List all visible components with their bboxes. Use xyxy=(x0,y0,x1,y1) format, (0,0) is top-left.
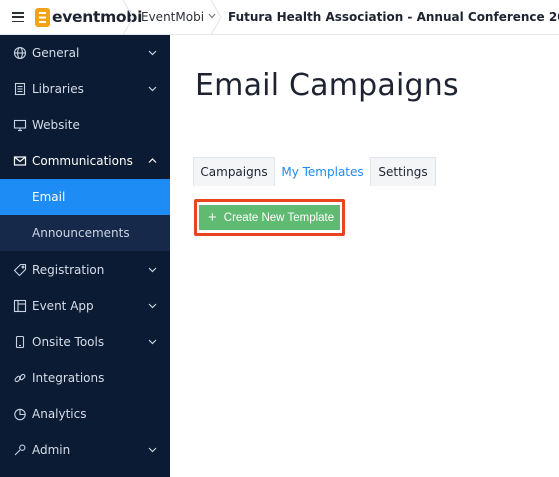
sidebar-item-event-app[interactable]: Event App xyxy=(0,288,170,324)
hamburger-menu-icon[interactable] xyxy=(12,12,24,23)
sidebar-item-libraries[interactable]: Libraries xyxy=(0,71,170,107)
tab-my-templates[interactable]: My Templates xyxy=(275,157,370,186)
pie-chart-icon xyxy=(13,407,27,421)
top-bar: eventmobi EventMobi Futura Health Associ… xyxy=(0,0,559,35)
phone-icon xyxy=(13,335,27,349)
breadcrumb-separator xyxy=(122,0,134,35)
layout-icon xyxy=(13,299,27,313)
page-title: Email Campaigns xyxy=(195,68,459,103)
sidebar-subitem-announcements[interactable]: Announcements xyxy=(0,215,170,251)
chevron-down-icon xyxy=(148,82,157,96)
organization-name: EventMobi xyxy=(141,10,205,24)
create-new-template-button[interactable]: + Create New Template xyxy=(199,205,340,230)
sidebar-item-website[interactable]: Website xyxy=(0,107,170,143)
sidebar-item-label: Event App xyxy=(32,299,94,313)
create-button-label: Create New Template xyxy=(223,211,335,224)
sidebar-item-label: Registration xyxy=(32,263,105,277)
sidebar-item-label: Website xyxy=(32,118,80,132)
sidebar-item-label: Analytics xyxy=(32,407,87,421)
logo-mark-icon xyxy=(35,7,50,27)
sidebar-item-label: Admin xyxy=(32,443,71,457)
plus-icon: + xyxy=(208,209,217,226)
sidebar-subitem-label: Announcements xyxy=(32,226,130,240)
tag-icon xyxy=(13,263,27,277)
library-icon xyxy=(13,82,27,96)
chevron-down-icon xyxy=(148,335,157,349)
globe-icon xyxy=(13,46,27,60)
envelope-icon xyxy=(13,154,27,168)
sidebar-item-onsite-tools[interactable]: Onsite Tools xyxy=(0,324,170,360)
sidebar-item-label: Communications xyxy=(32,154,133,168)
sidebar-item-label: Onsite Tools xyxy=(32,335,105,349)
tab-settings[interactable]: Settings xyxy=(370,157,436,186)
wrench-icon xyxy=(13,443,27,457)
create-button-highlight: + Create New Template xyxy=(194,199,345,236)
chevron-down-icon xyxy=(148,263,157,277)
sidebar-item-admin[interactable]: Admin xyxy=(0,432,170,468)
sidebar-item-registration[interactable]: Registration xyxy=(0,252,170,288)
sidebar-subitem-label: Email xyxy=(32,190,66,204)
sidebar-item-communications[interactable]: Communications xyxy=(0,143,170,179)
sidebar-item-label: General xyxy=(32,46,80,60)
sidebar-item-analytics[interactable]: Analytics xyxy=(0,396,170,432)
chevron-down-icon xyxy=(148,443,157,457)
sidebar-item-label: Libraries xyxy=(32,82,84,96)
tab-campaigns[interactable]: Campaigns xyxy=(193,157,275,186)
link-icon xyxy=(13,371,27,385)
chevron-down-icon xyxy=(148,299,157,313)
sidebar-subitem-email[interactable]: Email xyxy=(0,179,170,215)
breadcrumb-separator xyxy=(210,0,222,35)
chevron-up-icon xyxy=(148,154,157,168)
monitor-icon xyxy=(13,118,27,132)
sidebar-item-label: Integrations xyxy=(32,371,105,385)
sidebar-item-general[interactable]: General xyxy=(0,35,170,71)
breadcrumb-organization[interactable]: EventMobi xyxy=(141,10,216,24)
sidebar-item-integrations[interactable]: Integrations xyxy=(0,360,170,396)
breadcrumb-event[interactable]: Futura Health Association - Annual Confe… xyxy=(228,10,559,24)
chevron-down-icon xyxy=(148,46,157,60)
sidebar: General Libraries Website Communications… xyxy=(0,35,170,477)
